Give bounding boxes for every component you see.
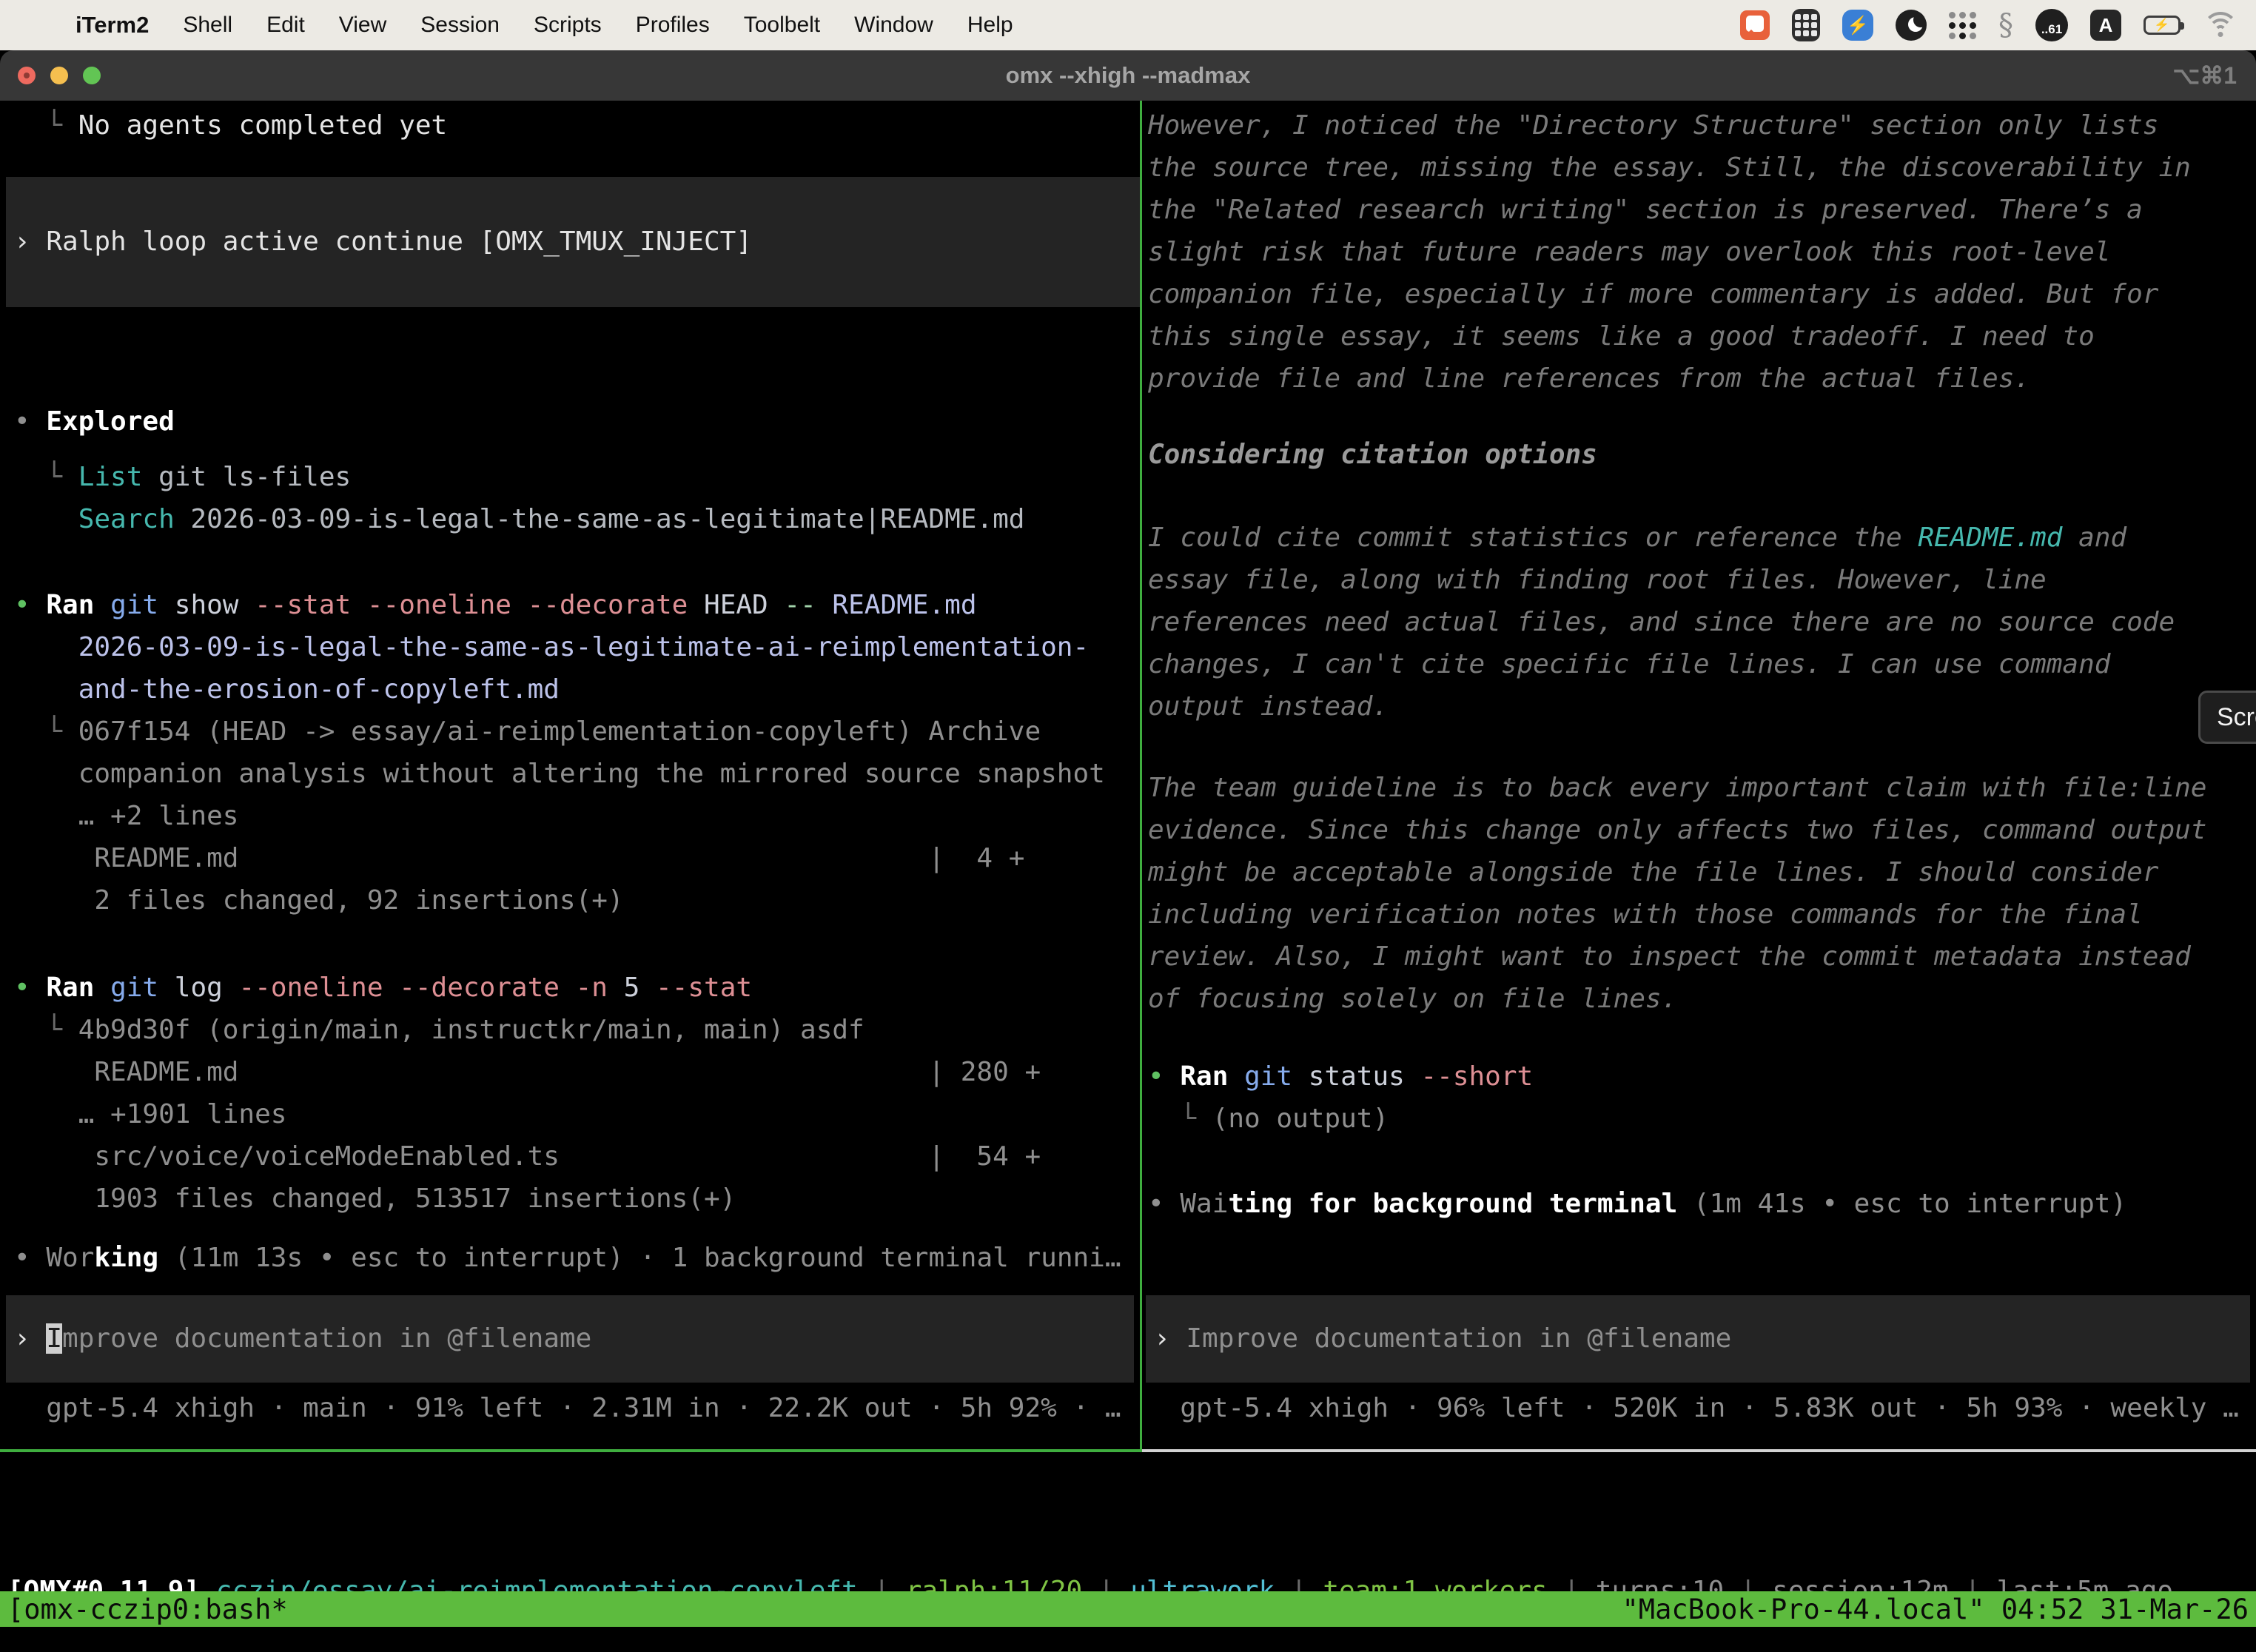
battery-icon[interactable]: ⚡ bbox=[2143, 16, 2181, 35]
tool-call-git-log: • Ran git log --oneline --decorate -n 5 … bbox=[0, 967, 1041, 1220]
agents-status-line: └ No agents completed yet bbox=[0, 104, 447, 147]
thinking-paragraph-3: The team guideline is to back every impo… bbox=[1142, 767, 2206, 1020]
left-pane-bottom-border bbox=[0, 1449, 1140, 1452]
model-status-line-right: gpt-5.4 xhigh · 96% left · 520K in · 5.8… bbox=[1142, 1387, 2239, 1429]
explored-header: • Explored bbox=[0, 400, 175, 443]
right-pane-bottom-border bbox=[1142, 1449, 2256, 1452]
battery-percent-icon[interactable]: ..61 bbox=[2035, 9, 2068, 41]
screen-share-overlay-text: Scre bbox=[2217, 703, 2256, 732]
waiting-status-line: • Waiting for background terminal (1m 41… bbox=[1142, 1183, 2126, 1225]
squiggle-icon[interactable]: § bbox=[1998, 9, 2013, 41]
close-button[interactable] bbox=[18, 67, 36, 84]
window-shortcut: ⌥⌘1 bbox=[2172, 61, 2237, 90]
menu-item-toolbelt[interactable]: Toolbelt bbox=[744, 0, 820, 50]
tmux-host-clock: "MacBook-Pro-44.local" 04:52 31-Mar-26 bbox=[1622, 1594, 2249, 1625]
model-status-line-left: gpt-5.4 xhigh · main · 91% left · 2.31M … bbox=[0, 1387, 1121, 1429]
traffic-lights bbox=[0, 67, 101, 84]
menu-items: iTerm2 Shell Edit View Session Scripts P… bbox=[75, 0, 1013, 50]
window-title-bar: omx --xhigh --madmax ⌥⌘1 bbox=[0, 50, 2256, 101]
thinking-paragraph-1: However, I noticed the "Directory Struct… bbox=[1142, 104, 2191, 400]
macos-menu-bar: iTerm2 Shell Edit View Session Scripts P… bbox=[0, 0, 2256, 50]
menu-item-view[interactable]: View bbox=[339, 0, 386, 50]
minimize-button[interactable] bbox=[50, 67, 68, 84]
zap-badge-icon[interactable]: ⚡ bbox=[1842, 10, 1873, 41]
menu-item-shell[interactable]: Shell bbox=[183, 0, 232, 50]
thinking-paragraph-2: I could cite commit statistics or refere… bbox=[1142, 517, 2175, 728]
dots-grid-icon[interactable] bbox=[1949, 12, 1976, 39]
menu-item-session[interactable]: Session bbox=[420, 0, 500, 50]
explored-detail: └ List git ls-files Search 2026-03-09-is… bbox=[0, 456, 1024, 540]
chat-app-icon[interactable] bbox=[1740, 10, 1770, 40]
menu-item-edit[interactable]: Edit bbox=[266, 0, 305, 50]
menu-item-help[interactable]: Help bbox=[967, 0, 1013, 50]
tmux-status-bar: [omx-cczip0:bash* "MacBook-Pro-44.local"… bbox=[0, 1591, 2256, 1627]
menu-item-scripts[interactable]: Scripts bbox=[534, 0, 602, 50]
menu-item-iterm2[interactable]: iTerm2 bbox=[75, 0, 149, 50]
grid-shield-icon[interactable] bbox=[1792, 9, 1820, 41]
tmux-session-label[interactable]: [omx-cczip0:bash* bbox=[7, 1594, 288, 1625]
tool-call-git-status: • Ran git status --short └ (no output) bbox=[1142, 1055, 1533, 1140]
thinking-heading: Considering citation options bbox=[1142, 434, 1597, 476]
screen-share-overlay[interactable]: Scre bbox=[2198, 691, 2256, 744]
right-agent-pane[interactable]: However, I noticed the "Directory Struct… bbox=[1142, 101, 2256, 1553]
zoom-button[interactable] bbox=[83, 67, 101, 84]
left-agent-pane[interactable]: └ No agents completed yet › Ralph loop a… bbox=[0, 101, 1140, 1553]
menu-item-profiles[interactable]: Profiles bbox=[636, 0, 710, 50]
menu-item-window[interactable]: Window bbox=[854, 0, 933, 50]
tool-call-git-show: • Ran git show --stat --oneline --decora… bbox=[0, 584, 1105, 921]
terminal-content: └ No agents completed yet › Ralph loop a… bbox=[0, 101, 2256, 1652]
prompt-input-left[interactable]: › Improve documentation in @filename bbox=[6, 1295, 1134, 1383]
dark-mode-icon[interactable] bbox=[1896, 10, 1927, 41]
working-status-line: • Working (11m 13s • esc to interrupt) ·… bbox=[0, 1237, 1121, 1279]
menu-status-icons: ⚡ § ..61 A ⚡ bbox=[1740, 9, 2256, 41]
wifi-icon[interactable] bbox=[2203, 12, 2238, 38]
window-title: omx --xhigh --madmax bbox=[1006, 62, 1251, 89]
input-source-icon[interactable]: A bbox=[2090, 10, 2121, 41]
prompt-input-right[interactable]: › Improve documentation in @filename bbox=[1146, 1295, 2250, 1383]
battery-bolt-icon: ⚡ bbox=[2154, 18, 2169, 33]
ralph-loop-box: › Ralph loop active continue [OMX_TMUX_I… bbox=[6, 177, 1140, 307]
